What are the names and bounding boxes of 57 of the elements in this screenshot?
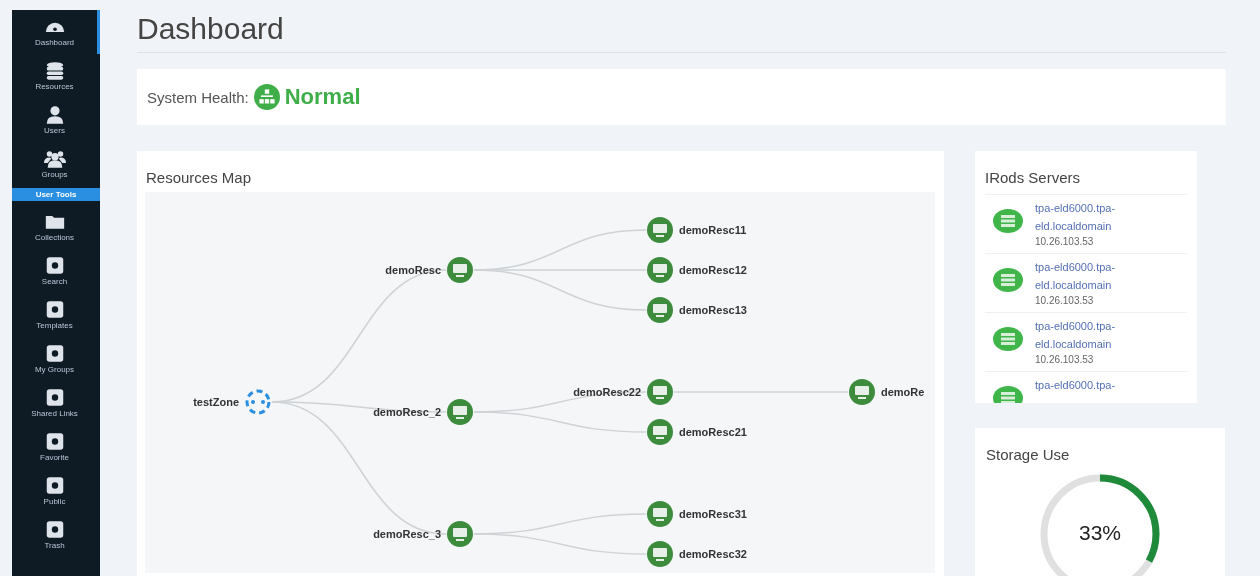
server-node-icon[interactable] — [647, 541, 673, 567]
sidebar-item[interactable]: Groups — [12, 142, 100, 186]
server-ip: 10.26.103.53 — [1035, 353, 1095, 367]
node-label: demoResc31 — [679, 508, 747, 520]
sidebar-item[interactable]: Shared Links — [12, 381, 100, 425]
node-label: demoResc32 — [679, 548, 747, 560]
zone-node-icon[interactable] — [245, 389, 271, 415]
node-label: demoResc13 — [679, 304, 747, 316]
server-icon — [993, 386, 1023, 403]
node-label: demoResc_3 — [373, 528, 441, 540]
server-node-icon[interactable] — [647, 419, 673, 445]
sidebar-item[interactable]: Templates — [12, 293, 100, 337]
sidebar-item[interactable]: Favorite — [12, 425, 100, 469]
server-node-icon[interactable] — [647, 297, 673, 323]
health-label: System Health: — [147, 88, 249, 106]
sidebar-item[interactable]: Collections — [12, 205, 100, 249]
server-host-link[interactable]: tpa-eld6000.tpa-eld.localdomain — [1035, 258, 1145, 294]
storage-reading: 33% — [1078, 521, 1122, 545]
sidebar-item[interactable]: Search — [12, 249, 100, 293]
node-label: demoRe — [881, 386, 925, 398]
sidebar-item[interactable]: Resources — [12, 54, 100, 98]
server-icon — [993, 327, 1023, 351]
node-label: demoResc — [385, 264, 441, 276]
sidebar-item[interactable]: Dashboard — [12, 10, 100, 54]
node-label: demoResc21 — [679, 426, 747, 438]
server-host-link[interactable]: tpa-eld6000.tpa-eld.localdomain — [1035, 317, 1145, 353]
server-icon — [993, 209, 1023, 233]
card-title: IRods Servers — [985, 169, 1187, 195]
node-label: demoResc22 — [573, 386, 641, 398]
node-label: demoResc_2 — [373, 406, 441, 418]
server-icon — [993, 268, 1023, 292]
sidebar-item[interactable]: My Groups — [12, 337, 100, 381]
server-host-link[interactable]: tpa-eld6000.tpa-eld.localdomain — [1035, 199, 1145, 235]
page-title: Dashboard — [137, 12, 1226, 53]
node-label: demoResc12 — [679, 264, 747, 276]
server-node-icon[interactable] — [647, 501, 673, 527]
sitemap-icon — [253, 84, 280, 110]
server-ip: 10.26.103.53 — [1035, 235, 1095, 249]
server-node-icon[interactable] — [447, 257, 473, 283]
server-node-icon[interactable] — [447, 399, 473, 425]
sidebar-item[interactable]: Users — [12, 98, 100, 142]
sidebar-section-header: User Tools — [12, 188, 100, 201]
server-host-link[interactable]: tpa-eld6000.tpa- — [1035, 376, 1145, 394]
sidebar-item[interactable]: Public — [12, 469, 100, 513]
node-label: testZone — [193, 396, 239, 408]
server-node-icon[interactable] — [647, 217, 673, 243]
nav-icon — [43, 149, 66, 168]
card-title: Storage Use — [986, 446, 1071, 463]
server-node-icon[interactable] — [447, 521, 473, 547]
server-node-icon[interactable] — [647, 379, 673, 405]
server-ip: 10.26.103.53 — [1035, 294, 1095, 308]
sidebar-item[interactable]: Trash — [12, 513, 100, 557]
server-node-icon[interactable] — [849, 379, 875, 405]
card-title: Resources Map — [146, 169, 253, 186]
node-label: demoResc11 — [679, 224, 747, 236]
health-status: Normal — [284, 84, 361, 110]
server-node-icon[interactable] — [647, 257, 673, 283]
